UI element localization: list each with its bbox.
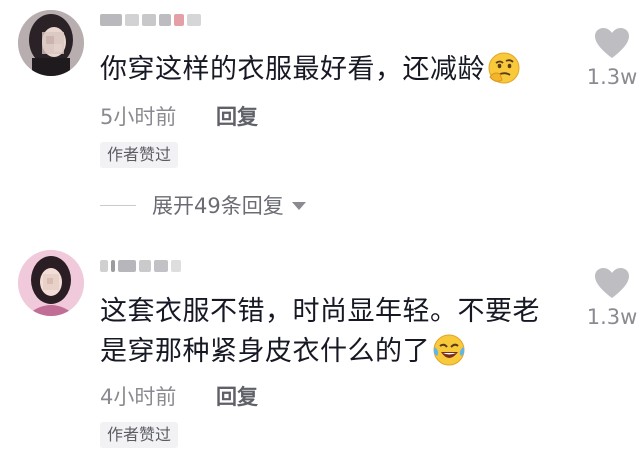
comment-text-content: 这套衣服不错，时尚显年轻。不要老是穿那种紧身皮衣什么的了: [100, 296, 540, 367]
heart-icon: [595, 28, 629, 58]
like-count: 1.3w: [586, 305, 638, 329]
username-blurred[interactable]: [100, 257, 181, 275]
expand-replies-button[interactable]: 展开49条回复: [100, 191, 306, 219]
thinking-emoji-icon: [488, 52, 520, 84]
avatar[interactable]: [18, 10, 84, 76]
like-button[interactable]: 1.3w: [584, 267, 640, 329]
heart-icon: [595, 268, 629, 298]
reply-button[interactable]: 回复: [216, 101, 258, 131]
author-liked-badge: 作者赞过: [100, 142, 179, 168]
expand-replies-label: 展开49条回复: [152, 194, 284, 218]
reply-button[interactable]: 回复: [216, 381, 258, 411]
avatar-image: [18, 250, 84, 316]
laughing-tears-emoji-icon: [433, 334, 465, 366]
like-button[interactable]: 1.3w: [584, 27, 640, 89]
divider-line: [100, 204, 136, 206]
avatar[interactable]: [18, 250, 84, 316]
author-liked-badge: 作者赞过: [100, 422, 179, 448]
comment-text-content: 你穿这样的衣服最好看，还减龄: [100, 54, 485, 85]
username-blurred[interactable]: [100, 11, 201, 29]
like-count: 1.3w: [586, 65, 638, 89]
comment-time: 4小时前: [100, 385, 177, 409]
comment-time: 5小时前: [100, 105, 177, 129]
comment-item: 你穿这样的衣服最好看，还减龄 5小时前 回复 作者赞过 1.3w: [0, 0, 640, 180]
comment-item: 这套衣服不错，时尚显年轻。不要老是穿那种紧身皮衣什么的了 4小时前 回复 作者赞…: [0, 240, 640, 460]
comment-meta: 4小时前 回复: [100, 382, 258, 410]
comment-meta: 5小时前 回复: [100, 102, 258, 130]
caret-down-icon: [291, 202, 306, 210]
comment-text: 这套衣服不错，时尚显年轻。不要老是穿那种紧身皮衣什么的了: [100, 292, 550, 372]
comment-text: 你穿这样的衣服最好看，还减龄: [100, 50, 560, 90]
avatar-image: [18, 10, 84, 76]
